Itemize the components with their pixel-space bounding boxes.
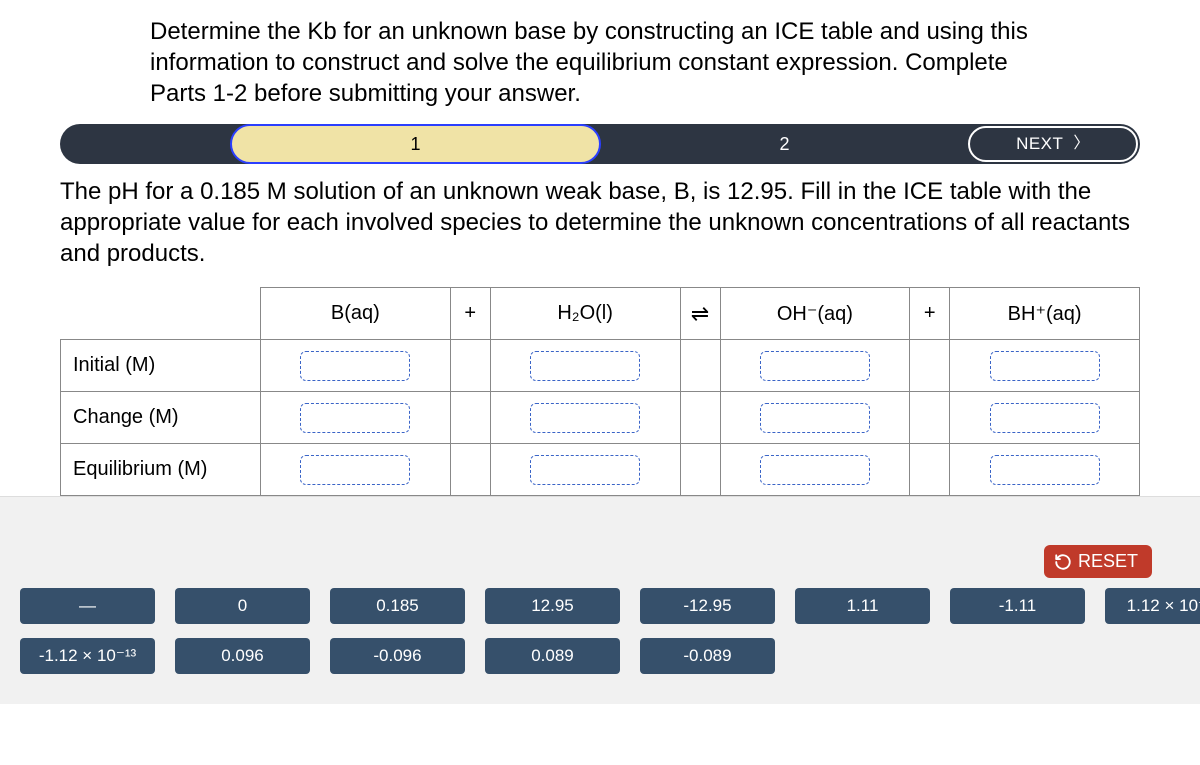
row-label-change: Change (M) [61, 392, 261, 444]
col-header-plus2: + [910, 288, 950, 340]
cell-change-op2 [680, 392, 720, 444]
tile-neg111[interactable]: -1.11 [950, 588, 1085, 624]
step-tab-1[interactable]: 1 [230, 124, 601, 164]
intro-text: Determine the Kb for an unknown base by … [150, 16, 1050, 110]
tile-0096[interactable]: 0.096 [175, 638, 310, 674]
col-header-plus1: + [450, 288, 490, 340]
tile-dash[interactable]: — [20, 588, 155, 624]
cell-change-b[interactable] [261, 392, 451, 444]
problem-text: The pH for a 0.185 M solution of an unkn… [60, 176, 1140, 270]
cell-change-bh[interactable] [950, 392, 1140, 444]
cell-eq-op1 [450, 444, 490, 496]
tile-1295[interactable]: 12.95 [485, 588, 620, 624]
cell-eq-op2 [680, 444, 720, 496]
cell-eq-b[interactable] [261, 444, 451, 496]
row-label-initial: Initial (M) [61, 340, 261, 392]
cell-initial-op2 [680, 340, 720, 392]
next-label: NEXT [1016, 128, 1063, 160]
tile-row-1: — 0 0.185 12.95 -12.95 1.11 -1.11 1.12 ×… [20, 588, 1180, 624]
cell-initial-oh[interactable] [720, 340, 910, 392]
tile-neg1295[interactable]: -12.95 [640, 588, 775, 624]
chevron-right-icon: 〉 [1073, 128, 1090, 160]
cell-eq-oh[interactable] [720, 444, 910, 496]
cell-eq-h2o[interactable] [490, 444, 680, 496]
cell-change-h2o[interactable] [490, 392, 680, 444]
cell-initial-op1 [450, 340, 490, 392]
reset-label: RESET [1078, 551, 1138, 572]
tile-neg0089[interactable]: -0.089 [640, 638, 775, 674]
tile-111[interactable]: 1.11 [795, 588, 930, 624]
reset-button[interactable]: RESET [1044, 545, 1152, 578]
cell-initial-bh[interactable] [950, 340, 1140, 392]
undo-icon [1054, 553, 1072, 571]
tile-0185[interactable]: 0.185 [330, 588, 465, 624]
tile-0[interactable]: 0 [175, 588, 310, 624]
step-navigator: 1 2 NEXT 〉 [60, 124, 1140, 164]
next-button[interactable]: NEXT 〉 [968, 126, 1138, 162]
tile-row-2: -1.12 × 10⁻¹³ 0.096 -0.096 0.089 -0.089 [20, 638, 1180, 674]
ice-table: B(aq) + H₂O(l) ⇌ OH⁻(aq) + BH⁺(aq) Initi… [60, 287, 1140, 496]
row-label-equilibrium: Equilibrium (M) [61, 444, 261, 496]
col-header-bh: BH⁺(aq) [950, 288, 1140, 340]
tile-112e13[interactable]: 1.12 × 10⁻¹³ [1105, 588, 1200, 624]
col-header-h2o: H₂O(l) [490, 288, 680, 340]
col-header-equil: ⇌ [680, 288, 720, 340]
cell-initial-b[interactable] [261, 340, 451, 392]
tile-0089[interactable]: 0.089 [485, 638, 620, 674]
cell-change-op3 [910, 392, 950, 444]
answer-tiles-tray: RESET — 0 0.185 12.95 -12.95 1.11 -1.11 … [0, 496, 1200, 704]
step-tab-2[interactable]: 2 [601, 124, 968, 164]
cell-eq-bh[interactable] [950, 444, 1140, 496]
col-header-oh: OH⁻(aq) [720, 288, 910, 340]
empty-header [61, 288, 261, 340]
col-header-b: B(aq) [261, 288, 451, 340]
cell-eq-op3 [910, 444, 950, 496]
cell-change-oh[interactable] [720, 392, 910, 444]
tile-neg0096[interactable]: -0.096 [330, 638, 465, 674]
cell-initial-h2o[interactable] [490, 340, 680, 392]
tile-neg112e13[interactable]: -1.12 × 10⁻¹³ [20, 638, 155, 674]
cell-initial-op3 [910, 340, 950, 392]
cell-change-op1 [450, 392, 490, 444]
